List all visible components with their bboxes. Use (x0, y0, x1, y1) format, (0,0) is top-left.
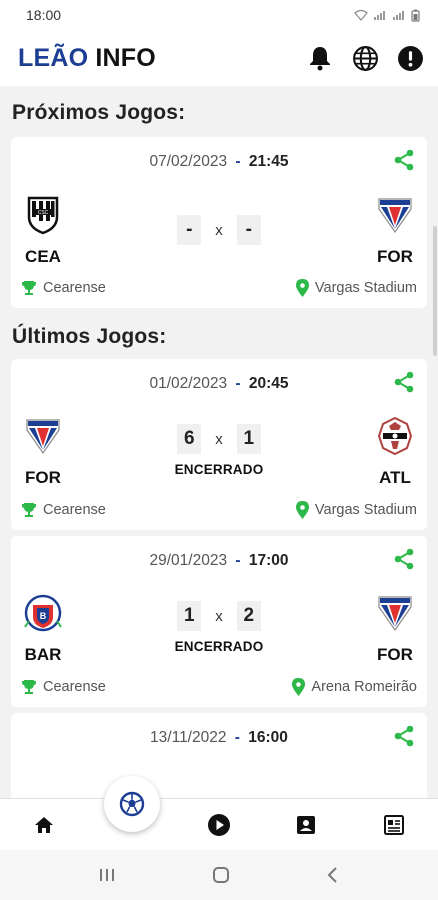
match-datetime: 01/02/2023 - 20:45 (11, 375, 427, 393)
soccer-ball-icon (119, 791, 145, 817)
competition-label: Cearense (43, 280, 106, 296)
competition-label: Cearense (43, 679, 106, 695)
share-icon[interactable] (393, 548, 415, 570)
versus-label: x (215, 430, 223, 448)
home-score: 6 (177, 424, 202, 454)
nav-news[interactable] (382, 813, 406, 837)
venue[interactable]: Arena Romeirão (292, 678, 417, 696)
home-icon (35, 817, 53, 833)
trophy-icon (22, 503, 36, 517)
alert-icon[interactable] (396, 44, 424, 72)
date-separator: - (235, 552, 241, 569)
recent-apps-icon[interactable] (97, 866, 117, 884)
signal-icon (374, 11, 385, 20)
competition[interactable]: Cearense (21, 678, 106, 696)
status-icons (354, 9, 420, 22)
match-status: ENCERRADO (174, 639, 264, 654)
scoreboard: - x - (11, 215, 427, 245)
signal-icon-2 (393, 11, 404, 20)
profile-card-icon (297, 816, 315, 834)
home-button-icon[interactable] (211, 865, 231, 885)
venue-label: Vargas Stadium (314, 280, 417, 296)
match-card[interactable]: 29/01/2023 - 17:00 B BAR FOR 1 x 2 ENCER… (11, 536, 427, 707)
app-title: LEÃO INFO (18, 44, 156, 73)
match-meta: Cearense Vargas Stadium (11, 279, 427, 297)
match-datetime: 13/11/2022 - 16:00 (11, 729, 427, 747)
match-time: 17:00 (248, 552, 289, 569)
location-pin-icon (292, 678, 306, 696)
date-separator: - (235, 153, 241, 170)
wifi-icon (354, 9, 368, 21)
match-meta: Cearense Vargas Stadium (11, 501, 427, 519)
bottom-navigation (0, 798, 438, 850)
match-date: 29/01/2023 (149, 552, 228, 569)
match-date: 13/11/2022 (150, 729, 227, 746)
play-icon (208, 814, 230, 836)
home-score: - (177, 215, 202, 245)
match-meta: Cearense Arena Romeirão (11, 678, 427, 696)
main-content[interactable]: Próximos Jogos: 07/02/2023 - 21:45 CSC C… (0, 86, 438, 798)
venue[interactable]: Vargas Stadium (295, 501, 417, 519)
competition[interactable]: Cearense (21, 501, 106, 519)
match-time: 20:45 (248, 375, 289, 392)
match-datetime: 29/01/2023 - 17:00 (11, 552, 427, 570)
match-date: 07/02/2023 (149, 153, 228, 170)
share-icon[interactable] (393, 371, 415, 393)
match-card[interactable]: 01/02/2023 - 20:45 FOR ATL 6 x 1 ENCERRA… (11, 359, 427, 530)
date-separator: - (235, 375, 241, 392)
away-team-abbr: FOR (377, 247, 413, 266)
home-score: 1 (177, 601, 202, 631)
versus-label: x (215, 607, 223, 625)
venue[interactable]: Vargas Stadium (295, 279, 417, 297)
back-icon[interactable] (325, 865, 341, 885)
venue-label: Arena Romeirão (311, 679, 417, 695)
match-time: 21:45 (248, 153, 289, 170)
section-title-recent: Últimos Jogos: (12, 325, 167, 348)
scoreboard: 1 x 2 (11, 601, 427, 631)
section-title-upcoming: Próximos Jogos: (12, 101, 186, 124)
nav-matches-fab[interactable] (104, 776, 160, 832)
match-datetime: 07/02/2023 - 21:45 (11, 153, 427, 171)
trophy-icon (22, 281, 36, 295)
competition[interactable]: Cearense (21, 279, 106, 297)
news-icon (384, 815, 404, 835)
date-separator: - (234, 729, 240, 746)
status-time: 18:00 (26, 7, 62, 23)
share-icon[interactable] (393, 725, 415, 747)
venue-label: Vargas Stadium (314, 502, 417, 518)
match-time: 16:00 (248, 729, 288, 746)
away-score: - (236, 215, 261, 245)
away-score: 1 (236, 424, 261, 454)
app-title-part1: LEÃO (18, 43, 89, 72)
battery-icon (411, 9, 420, 22)
nav-squad[interactable] (294, 813, 318, 837)
trophy-icon (22, 680, 36, 694)
match-status: ENCERRADO (174, 462, 264, 477)
scrollbar[interactable] (433, 226, 437, 356)
bell-icon[interactable] (306, 44, 334, 72)
competition-label: Cearense (43, 502, 106, 518)
system-navigation-bar (0, 850, 438, 900)
away-score: 2 (236, 601, 261, 631)
nav-videos[interactable] (207, 813, 231, 837)
match-date: 01/02/2023 (149, 375, 228, 392)
scoreboard: 6 x 1 (11, 424, 427, 454)
globe-icon[interactable] (351, 44, 379, 72)
match-card[interactable]: 13/11/2022 - 16:00 (11, 713, 427, 798)
nav-home[interactable] (32, 813, 56, 837)
home-team-abbr: CEA (25, 247, 61, 266)
versus-label: x (215, 221, 223, 239)
location-pin-icon (295, 279, 309, 297)
share-icon[interactable] (393, 149, 415, 171)
location-pin-icon (295, 501, 309, 519)
match-card[interactable]: 07/02/2023 - 21:45 CSC CEA FOR - x - Cea… (11, 137, 427, 308)
app-title-part2: INFO (95, 43, 156, 72)
app-bar: LEÃO INFO (0, 30, 438, 86)
status-bar: 18:00 (0, 0, 438, 30)
